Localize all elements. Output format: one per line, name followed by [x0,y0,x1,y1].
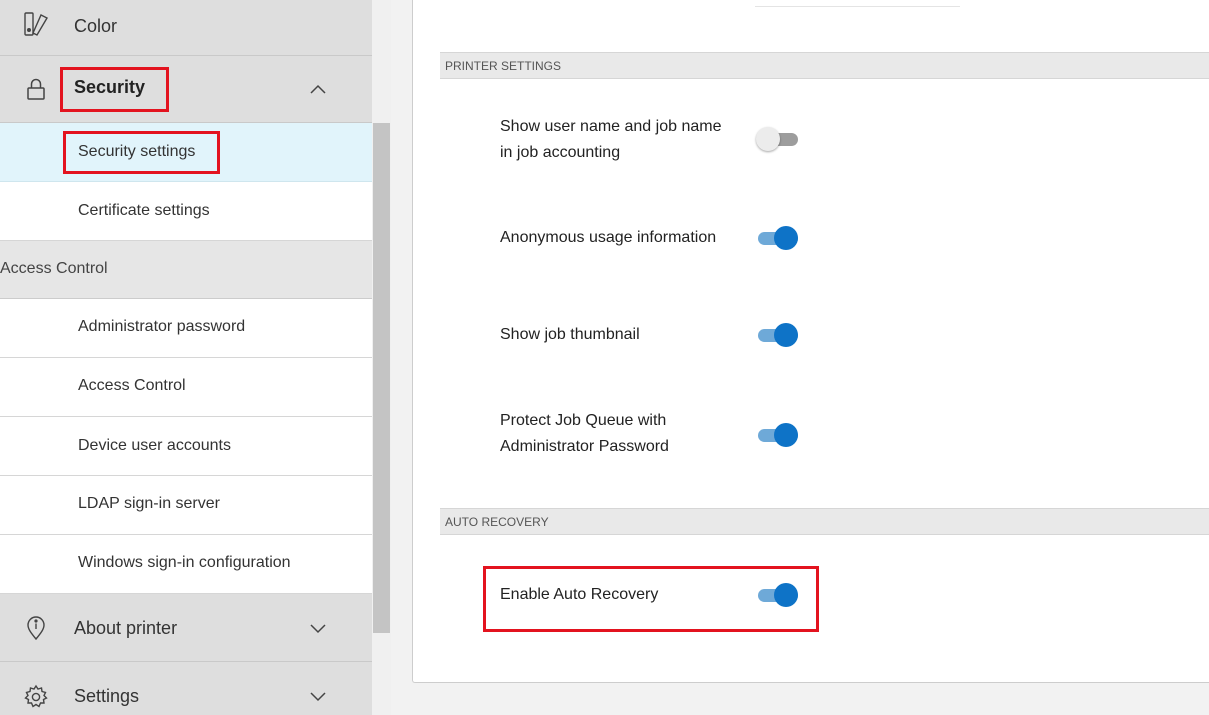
sidebar-item-device-user-accounts[interactable]: Device user accounts [0,417,372,476]
sidebar-item-label: Administrator password [78,318,246,335]
section-label: Access Control [0,260,108,277]
sidebar-item-administrator-password[interactable]: Administrator password [0,299,372,358]
sidebar-item-label: LDAP sign-in server [78,495,220,512]
highlight-box [63,131,220,174]
chevron-down-icon[interactable] [306,616,330,640]
divider [755,6,960,7]
setting-protect-job-queue-label: Protect Job Queue with Administrator Pas… [500,408,740,460]
sidebar-scrollbar-thumb[interactable] [373,123,390,633]
label-line: Administrator Password [500,438,669,455]
sidebar-item-label: Device user accounts [78,437,231,454]
sidebar-item-label: Color [74,16,118,36]
label-line: Show user name and job name [500,118,722,135]
sidebar-item-label: Certificate settings [78,202,210,219]
sidebar: Color Security Security settings Certifi… [0,0,391,715]
color-palette-icon [22,10,50,38]
lock-icon [22,75,50,103]
label-line: Protect Job Queue with [500,412,667,429]
section-header-auto-recovery: AUTO RECOVERY [440,508,1209,535]
info-pin-icon [22,614,50,642]
toggle-knob [774,423,798,447]
sidebar-item-about-printer[interactable]: About printer [0,594,372,662]
gear-icon [22,683,50,711]
sidebar-item-security[interactable]: Security [0,56,372,123]
toggle-knob [774,226,798,250]
sidebar-item-label: Settings [74,686,140,706]
sidebar-item-certificate-settings[interactable]: Certificate settings [0,182,372,241]
show-user-name-toggle[interactable] [756,126,802,152]
sidebar-item-label: Access Control [78,377,186,394]
chevron-up-icon[interactable] [306,78,330,102]
sidebar-item-label: About printer [74,618,178,638]
toggle-knob [774,323,798,347]
sidebar-item-access-control[interactable]: Access Control [0,358,372,417]
show-job-thumbnail-toggle[interactable] [756,322,802,348]
sidebar-section-access-control: Access Control [0,241,372,299]
sidebar-item-ldap-sign-in-server[interactable]: LDAP sign-in server [0,476,372,535]
sidebar-item-color[interactable]: Color [0,0,372,56]
toggle-knob [756,127,780,151]
setting-show-job-thumbnail-label: Show job thumbnail [500,326,640,343]
sidebar-item-label: Windows sign-in configuration [78,554,291,571]
protect-job-queue-toggle[interactable] [756,422,802,448]
section-header-printer-settings: PRINTER SETTINGS [440,52,1209,79]
setting-anonymous-usage-label: Anonymous usage information [500,229,717,246]
highlight-box [483,566,819,632]
sidebar-item-settings[interactable]: Settings [0,662,372,715]
chevron-down-icon[interactable] [306,684,330,708]
sidebar-item-windows-sign-in-configuration[interactable]: Windows sign-in configuration [0,535,372,594]
anonymous-usage-toggle[interactable] [756,225,802,251]
highlight-box [60,67,169,112]
label-line: in job accounting [500,144,621,161]
setting-show-user-name-label: Show user name and job name in job accou… [500,114,740,166]
